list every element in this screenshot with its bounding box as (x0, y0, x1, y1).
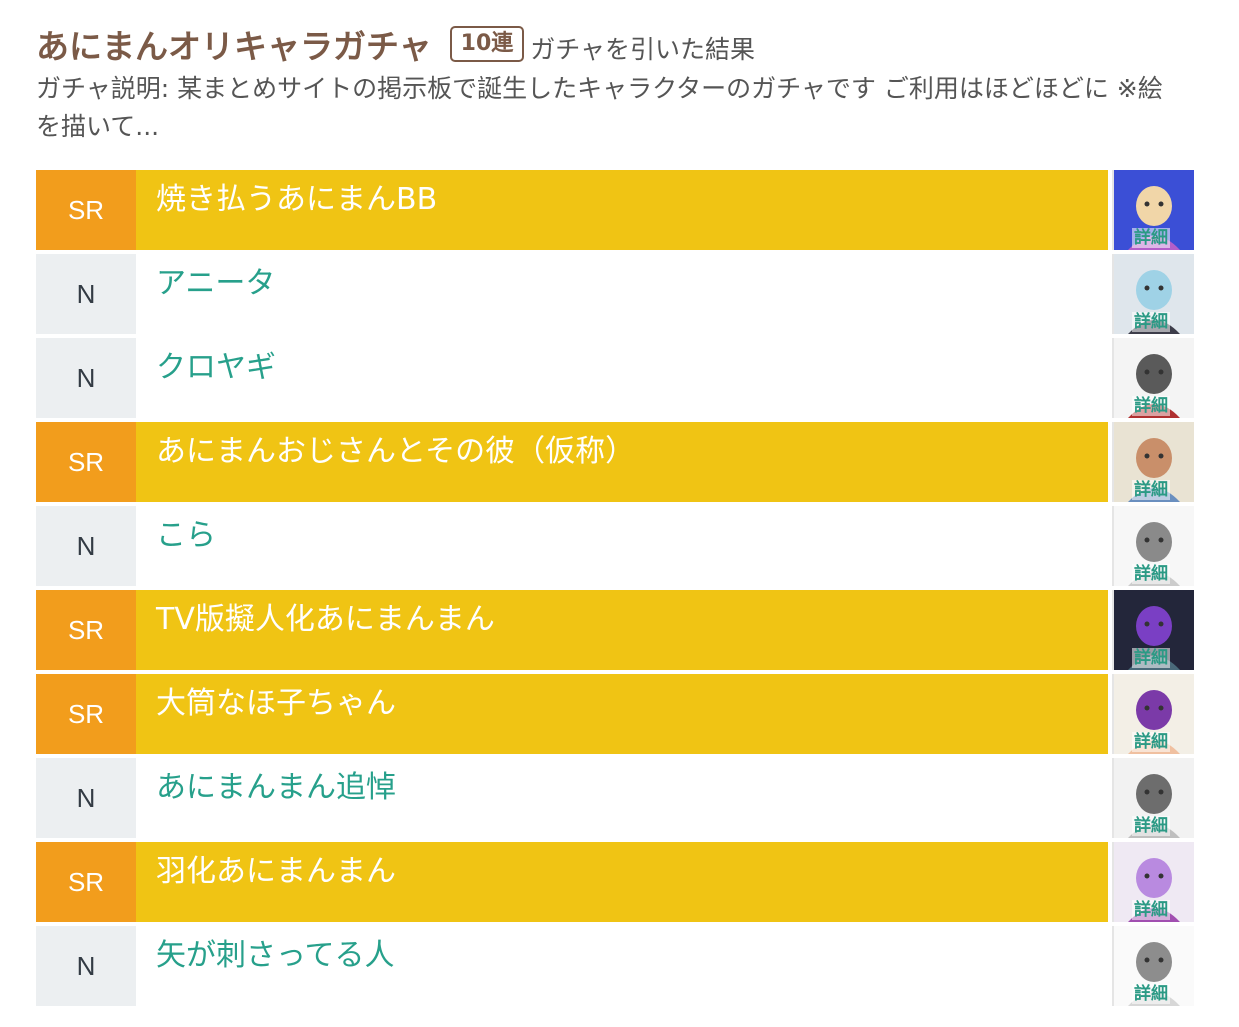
gacha-description: ガチャ説明: 某まとめサイトの掲示板で誕生したキャラクターのガチャです ご利用は… (36, 74, 1163, 141)
result-header: あにまんオリキャラガチャ 10連 ガチャを引いた結果 ガチャ説明: 某まとめサイ… (36, 18, 1196, 146)
title-line: あにまんオリキャラガチャ 10連 ガチャを引いた結果 (36, 18, 1196, 70)
result-row-8: N あにまんまん追悼 詳細 (36, 758, 1194, 838)
result-list: SR 焼き払うあにまんBB 詳細 N アニータ 詳細 N クロヤギ 詳細 SR … (36, 170, 1194, 1010)
name-cell: TV版擬人化あにまんまん (136, 590, 1108, 670)
pull-count-badge: 10連 (449, 26, 525, 62)
result-label: ガチャを引いた結果 (530, 35, 756, 64)
result-row-10: N 矢が刺さってる人 詳細 (36, 926, 1194, 1006)
character-thumbnail[interactable]: 詳細 (1112, 422, 1194, 502)
rarity-badge: N (36, 926, 136, 1006)
gacha-title[interactable]: あにまんオリキャラガチャ (36, 20, 432, 68)
character-thumbnail[interactable]: 詳細 (1112, 254, 1194, 334)
name-cell: 羽化あにまんまん (136, 842, 1108, 922)
rarity-badge: SR (36, 674, 136, 754)
name-cell: あにまんおじさんとその彼（仮称） (136, 422, 1108, 502)
detail-link[interactable]: 詳細 (1132, 480, 1170, 500)
detail-link[interactable]: 詳細 (1132, 396, 1170, 416)
rarity-badge: SR (36, 590, 136, 670)
result-row-9: SR 羽化あにまんまん 詳細 (36, 842, 1194, 922)
result-row-7: SR 大筒なほ子ちゃん 詳細 (36, 674, 1194, 754)
name-cell: クロヤギ (136, 338, 1108, 418)
detail-link[interactable]: 詳細 (1132, 648, 1170, 668)
character-thumbnail[interactable]: 詳細 (1112, 674, 1194, 754)
rarity-badge: SR (36, 422, 136, 502)
gacha-result-page: あにまんオリキャラガチャ 10連 ガチャを引いた結果 ガチャ説明: 某まとめサイ… (0, 0, 1239, 1027)
result-row-1: SR 焼き払うあにまんBB 詳細 (36, 170, 1194, 250)
rarity-badge: N (36, 506, 136, 586)
name-cell: こら (136, 506, 1108, 586)
character-name-link[interactable]: TV版擬人化あにまんまん (156, 602, 495, 638)
character-name-link[interactable]: 羽化あにまんまん (156, 854, 396, 890)
rarity-badge: N (36, 254, 136, 334)
character-name-link[interactable]: あにまんおじさんとその彼（仮称） (156, 434, 635, 470)
detail-link[interactable]: 詳細 (1132, 816, 1170, 836)
character-name-link[interactable]: 大筒なほ子ちゃん (156, 686, 396, 722)
character-name-link[interactable]: あにまんまん追悼 (156, 770, 396, 806)
rarity-badge: N (36, 338, 136, 418)
character-name-link[interactable]: 矢が刺さってる人 (156, 938, 395, 974)
result-row-6: SR TV版擬人化あにまんまん 詳細 (36, 590, 1194, 670)
character-thumbnail[interactable]: 詳細 (1112, 758, 1194, 838)
rarity-badge: SR (36, 170, 136, 250)
detail-link[interactable]: 詳細 (1132, 984, 1170, 1004)
result-row-5: N こら 詳細 (36, 506, 1194, 586)
character-thumbnail[interactable]: 詳細 (1112, 590, 1194, 670)
result-row-4: SR あにまんおじさんとその彼（仮称） 詳細 (36, 422, 1194, 502)
rarity-badge: SR (36, 842, 136, 922)
detail-link[interactable]: 詳細 (1132, 564, 1170, 584)
detail-link[interactable]: 詳細 (1132, 228, 1170, 248)
name-cell: 大筒なほ子ちゃん (136, 674, 1108, 754)
character-name-link[interactable]: こら (156, 518, 216, 554)
character-name-link[interactable]: 焼き払うあにまんBB (156, 182, 437, 218)
character-name-link[interactable]: アニータ (156, 266, 275, 302)
detail-link[interactable]: 詳細 (1132, 732, 1170, 752)
character-thumbnail[interactable]: 詳細 (1112, 170, 1194, 250)
character-name-link[interactable]: クロヤギ (156, 350, 276, 386)
name-cell: 矢が刺さってる人 (136, 926, 1108, 1006)
detail-link[interactable]: 詳細 (1132, 900, 1170, 920)
name-cell: あにまんまん追悼 (136, 758, 1108, 838)
result-row-2: N アニータ 詳細 (36, 254, 1194, 334)
name-cell: アニータ (136, 254, 1108, 334)
rarity-badge: N (36, 758, 136, 838)
result-row-3: N クロヤギ 詳細 (36, 338, 1194, 418)
character-thumbnail[interactable]: 詳細 (1112, 842, 1194, 922)
character-thumbnail[interactable]: 詳細 (1112, 926, 1194, 1006)
detail-link[interactable]: 詳細 (1132, 312, 1170, 332)
character-thumbnail[interactable]: 詳細 (1112, 506, 1194, 586)
name-cell: 焼き払うあにまんBB (136, 170, 1108, 250)
character-thumbnail[interactable]: 詳細 (1112, 338, 1194, 418)
